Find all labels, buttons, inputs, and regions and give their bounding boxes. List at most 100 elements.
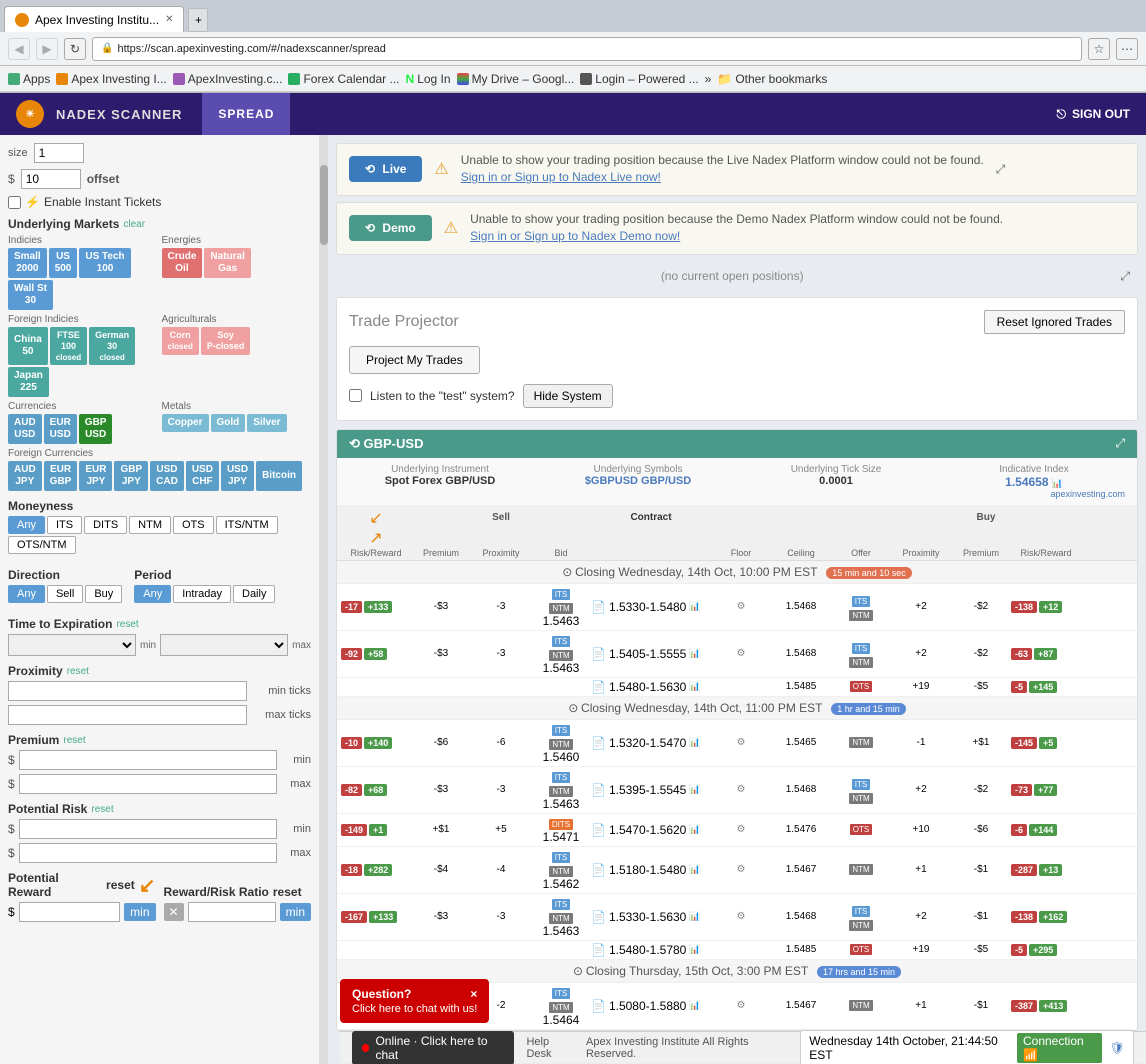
listen-checkbox[interactable] (349, 389, 362, 402)
bm-apps[interactable]: Apps (8, 72, 50, 86)
rr-reset[interactable]: reset (273, 885, 302, 899)
moneyness-any[interactable]: Any (8, 516, 45, 534)
audusd-btn[interactable]: AUDUSD (8, 414, 42, 444)
moneyness-dits[interactable]: DITS (84, 516, 127, 534)
period-any[interactable]: Any (134, 585, 171, 603)
pair-expand-icon[interactable]: ⤢ (1115, 436, 1125, 451)
prox-min-input[interactable] (8, 681, 247, 701)
ustech100-btn[interactable]: US Tech100 (79, 248, 130, 278)
hide-system-btn[interactable]: Hide System (523, 384, 613, 408)
sidebar-scrollbar[interactable] (320, 135, 328, 1064)
bm-forex[interactable]: Forex Calendar ... (288, 72, 399, 86)
bm-other[interactable]: 📁 Other bookmarks (717, 72, 827, 86)
silver-btn[interactable]: Silver (247, 414, 286, 432)
gold-btn[interactable]: Gold (211, 414, 246, 432)
dir-any[interactable]: Any (8, 585, 45, 603)
rr4-badge[interactable]: +12 (1039, 601, 1062, 613)
tab-close-btn[interactable]: ✕ (165, 14, 173, 25)
moneyness-its-ntm[interactable]: ITS/NTM (216, 516, 278, 534)
rr2-badge[interactable]: +58 (364, 648, 387, 660)
live-expand-icon[interactable]: ⤢ (996, 162, 1006, 177)
usdjpy-btn[interactable]: USDJPY (221, 461, 254, 491)
usdchf-btn[interactable]: USDCHF (186, 461, 219, 491)
live-alert-action[interactable]: Sign in or Sign up to Nadex Live now! (461, 170, 661, 184)
chat-close-btn[interactable]: × (470, 987, 477, 1001)
moneyness-ntm[interactable]: NTM (129, 516, 171, 534)
demo-alert-action[interactable]: Sign in or Sign up to Nadex Demo now! (470, 229, 680, 243)
project-my-trades-btn[interactable]: Project My Trades (349, 346, 480, 374)
prox-max-input[interactable] (8, 705, 247, 725)
tab-spread[interactable]: SPREAD (202, 93, 290, 135)
bitcoin-btn[interactable]: Bitcoin (256, 461, 302, 491)
usdcad-btn[interactable]: USDCAD (150, 461, 184, 491)
naturalgas-btn[interactable]: NaturalGas (204, 248, 250, 278)
positions-expand-icon[interactable]: ⤢ (1120, 269, 1130, 284)
rr-x-btn[interactable]: ✕ (164, 903, 184, 921)
bm-apex1[interactable]: Apex Investing I... (56, 72, 166, 86)
us500-btn[interactable]: US500 (49, 248, 78, 278)
pot-reward-reset[interactable]: reset (106, 878, 135, 892)
bm-powered[interactable]: Login – Powered ... (580, 72, 698, 86)
copper-btn[interactable]: Copper (162, 414, 209, 432)
new-tab-btn[interactable]: + (188, 8, 208, 32)
active-tab[interactable]: Apex Investing Institu... ✕ (4, 6, 184, 32)
proximity-reset[interactable]: reset (67, 666, 89, 677)
crudeoil-btn[interactable]: CrudeOil (162, 248, 203, 278)
live-btn[interactable]: ⟲ Live (349, 156, 422, 182)
wallst30-btn[interactable]: Wall St30 (8, 280, 53, 310)
bm-more[interactable]: » (705, 72, 712, 86)
risk-reset[interactable]: reset (91, 804, 113, 815)
gbpusd-btn[interactable]: GBPUSD (79, 414, 113, 444)
rr1-badge[interactable]: -17 (341, 601, 362, 613)
clear-btn[interactable]: clear (123, 219, 145, 230)
rr1-badge[interactable]: -92 (341, 648, 362, 660)
period-intraday[interactable]: Intraday (173, 585, 231, 603)
dir-buy[interactable]: Buy (85, 585, 122, 603)
tte-min-select[interactable] (8, 634, 136, 656)
instant-tickets-checkbox[interactable] (8, 196, 21, 209)
back-btn[interactable]: ◀ (8, 38, 30, 60)
soy-btn[interactable]: SoyP-closed (201, 327, 251, 355)
rr-input[interactable] (188, 902, 276, 922)
eurgbp-btn[interactable]: EURGBP (44, 461, 78, 491)
pot-input[interactable] (19, 902, 120, 922)
eurjpy-btn[interactable]: EURJPY (79, 461, 112, 491)
moneyness-its[interactable]: ITS (47, 516, 82, 534)
small2000-btn[interactable]: Small2000 (8, 248, 47, 278)
moneyness-ots-ntm[interactable]: OTS/NTM (8, 536, 76, 554)
online-chat-btn[interactable]: Online · Click here to chat (352, 1031, 514, 1064)
rr3-badge[interactable]: -138 (1011, 601, 1037, 613)
bm-apex2[interactable]: ApexInvesting.c... (173, 72, 283, 86)
chat-cta[interactable]: Click here to chat with us! (352, 1003, 477, 1015)
bm-login[interactable]: N Log In (406, 72, 451, 86)
reset-ignored-btn[interactable]: Reset Ignored Trades (984, 310, 1125, 334)
china50-btn[interactable]: China50 (8, 327, 48, 365)
gbpjpy-btn[interactable]: GBPJPY (114, 461, 148, 491)
help-desk-link[interactable]: Help Desk (526, 1036, 574, 1060)
bm-drive[interactable]: My Drive – Googl... (457, 72, 575, 86)
corn-btn[interactable]: Cornclosed (162, 327, 199, 355)
risk-min-input[interactable] (19, 819, 277, 839)
url-box[interactable]: 🔒 https://scan.apexinvesting.com/#/nadex… (92, 37, 1082, 61)
audjpy-btn[interactable]: AUDJPY (8, 461, 42, 491)
prem-min-input[interactable] (19, 750, 277, 770)
demo-btn[interactable]: ⟲ Demo (349, 215, 432, 241)
settings-btn[interactable]: ⋯ (1116, 38, 1138, 60)
forward-btn[interactable]: ▶ (36, 38, 58, 60)
prem-max-input[interactable] (19, 774, 277, 794)
german30-btn[interactable]: German30closed (89, 327, 135, 365)
signout-btn[interactable]: ⎋ SIGN OUT (1056, 107, 1130, 122)
risk-max-input[interactable] (19, 843, 277, 863)
dir-sell[interactable]: Sell (47, 585, 83, 603)
premium-reset[interactable]: reset (63, 735, 85, 746)
bookmark-btn[interactable]: ☆ (1088, 38, 1110, 60)
offset-input[interactable] (21, 169, 81, 189)
size-input[interactable] (34, 143, 84, 163)
rr2-badge[interactable]: +133 (364, 601, 392, 613)
moneyness-ots[interactable]: OTS (173, 516, 214, 534)
tte-reset[interactable]: reset (116, 619, 138, 630)
reload-btn[interactable]: ↻ (64, 38, 86, 60)
ftse100-btn[interactable]: FTSE100closed (50, 327, 87, 365)
eurusd-btn[interactable]: EURUSD (44, 414, 77, 444)
japan225-btn[interactable]: Japan225 (8, 367, 49, 397)
